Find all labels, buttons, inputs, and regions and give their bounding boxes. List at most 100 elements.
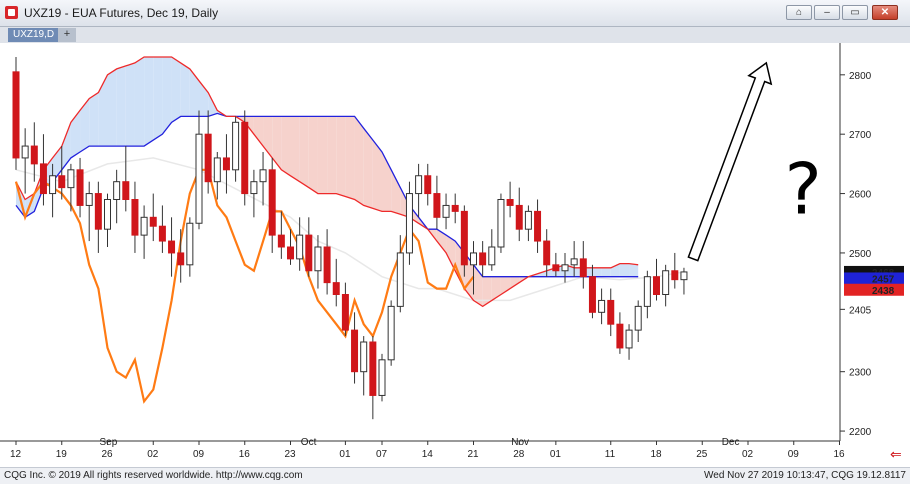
minimize-button[interactable]: – (814, 5, 840, 20)
candle-body (497, 199, 505, 248)
candle-body (113, 181, 121, 200)
candle-body (213, 157, 221, 183)
candle-body (131, 199, 139, 236)
day-tick-label: 11 (605, 449, 616, 460)
candle-body (460, 210, 468, 266)
candle-body (506, 199, 514, 206)
cloud-segment (144, 57, 154, 147)
day-tick-label: 23 (285, 449, 297, 460)
candle-body (625, 329, 633, 349)
cloud-segment (592, 267, 602, 277)
price-tick-label: 2200 (849, 427, 872, 438)
candle-body (122, 181, 130, 200)
cloud-segment (290, 116, 300, 182)
price-tick-label: 2800 (849, 71, 872, 82)
scroll-right-arrow-icon[interactable]: ⇐ (890, 447, 902, 463)
cloud-segment (317, 116, 328, 194)
day-tick-label: 19 (56, 449, 68, 460)
month-label: Nov (511, 437, 529, 448)
cloud-segment (162, 57, 172, 135)
cloud-segment (281, 116, 291, 176)
candle-body (588, 276, 596, 313)
day-tick-label: 07 (376, 449, 388, 460)
day-tick-label: 21 (468, 449, 480, 460)
candle-body (351, 329, 359, 373)
candle-body (140, 216, 148, 236)
candle-body (616, 323, 624, 349)
add-tab-button[interactable]: + (58, 28, 76, 42)
candle-body (232, 121, 240, 171)
candle-body (598, 299, 606, 313)
day-tick-label: 26 (102, 449, 114, 460)
candle-body (424, 175, 432, 195)
candle-body (451, 204, 459, 212)
candle-body (314, 246, 322, 272)
candle-body (387, 305, 395, 361)
candle-body (433, 193, 441, 218)
candle-body (277, 234, 285, 248)
day-tick-label: 28 (513, 449, 525, 460)
cloud-segment (308, 116, 318, 194)
candle-body (305, 234, 313, 272)
price-tick-label: 2700 (849, 130, 872, 141)
price-chart[interactable]: 2800270026002500240523002200246824572438… (0, 43, 910, 467)
candle-body (479, 252, 487, 266)
candle-body (268, 169, 276, 236)
question-mark-annotation: ? (785, 149, 822, 231)
day-tick-label: 16 (239, 449, 251, 460)
candle-body (250, 181, 258, 195)
candle-body (30, 145, 38, 165)
candle-body (515, 204, 523, 230)
close-button[interactable]: ✕ (872, 5, 898, 20)
tab-strip: UXZ19,D + (0, 27, 910, 43)
cloud-segment (601, 267, 611, 277)
price-tick-label: 2600 (849, 190, 872, 201)
candle-body (488, 246, 496, 266)
candle-body (94, 193, 102, 230)
candle-body (671, 270, 679, 281)
candle-body (579, 258, 587, 278)
month-label: Dec (722, 437, 740, 448)
day-tick-label: 09 (193, 449, 205, 460)
candle-body (287, 246, 294, 260)
candle-body (323, 246, 331, 284)
candle-body (49, 175, 57, 195)
candle-body (378, 359, 386, 396)
candle-body (653, 276, 660, 295)
status-bar: CQG Inc. © 2019 All rights reserved worl… (0, 467, 910, 484)
candle-body (296, 234, 304, 260)
cloud-segment (180, 62, 190, 117)
candle-body (76, 169, 84, 206)
candle-body (470, 252, 477, 266)
copyright-text: CQG Inc. © 2019 All rights reserved worl… (4, 470, 303, 481)
day-tick-label: 01 (339, 449, 351, 460)
timestamp-text: Wed Nov 27 2019 10:13:47, CQG 19.12.8117 (704, 470, 906, 481)
tab-uxz19[interactable]: UXZ19,D (8, 28, 60, 42)
cloud-segment (134, 57, 145, 147)
candle-body (332, 282, 340, 295)
candle-body (21, 145, 29, 159)
cloud-segment (345, 116, 355, 200)
candle-body (552, 264, 560, 272)
candle-body (39, 163, 47, 195)
title-bar: UXZ19 - EUA Futures, Dec 19, Daily ⌂ – ▭… (0, 0, 910, 27)
pin-button[interactable]: ⌂ (786, 5, 812, 20)
candle-body (570, 258, 578, 266)
candle-body (85, 193, 93, 206)
candle-body (634, 305, 642, 331)
day-tick-label: 12 (10, 449, 22, 460)
candle-body (543, 240, 551, 266)
candle-body (341, 294, 349, 331)
cloud-segment (171, 57, 181, 123)
candle-body (104, 199, 111, 230)
candle-body (524, 210, 532, 230)
cloud-segment (363, 128, 373, 209)
day-tick-label: 16 (834, 449, 846, 460)
candle-body (259, 169, 267, 183)
cloud-segment (327, 116, 337, 194)
candle-body (662, 270, 670, 295)
window-title: UXZ19 - EUA Futures, Dec 19, Daily (24, 6, 219, 20)
maximize-button[interactable]: ▭ (842, 5, 868, 20)
minimize-icon: – (824, 7, 830, 18)
cloud-segment (629, 263, 639, 277)
